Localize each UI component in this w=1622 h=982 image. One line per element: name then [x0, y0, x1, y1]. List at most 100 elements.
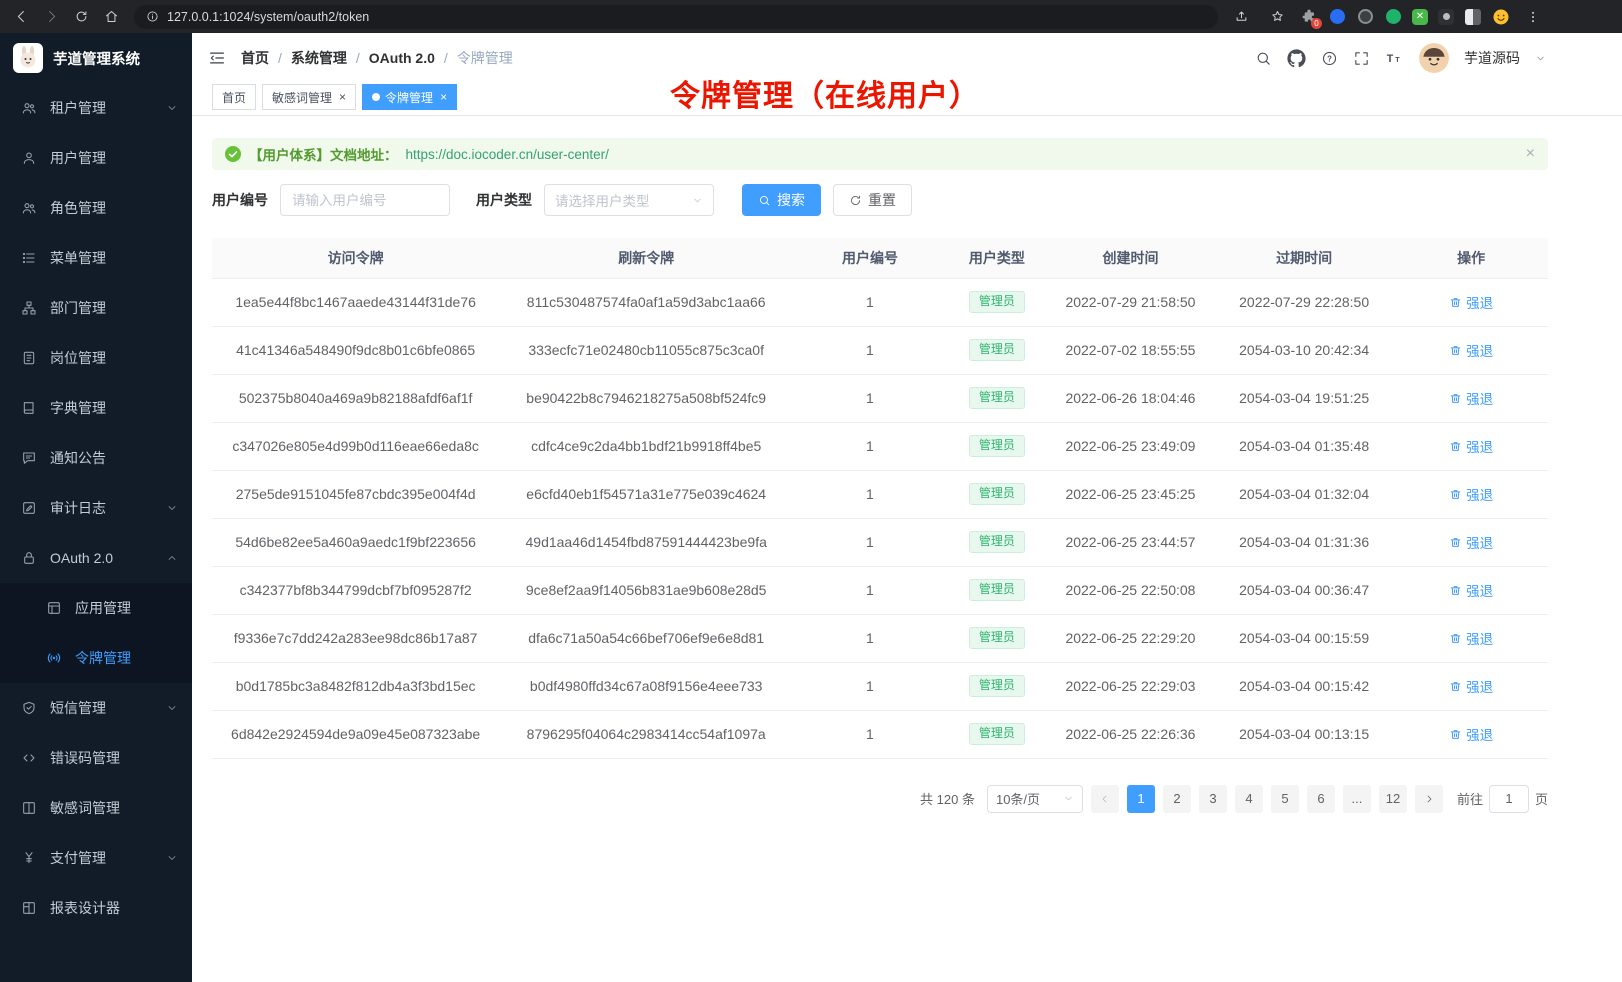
- force-logout-button[interactable]: 强退: [1449, 628, 1493, 648]
- expire-time: 2054-03-04 00:13:15: [1214, 710, 1394, 758]
- address-bar[interactable]: 127.0.0.1:1024/system/oauth2/token: [134, 5, 1218, 29]
- github-icon[interactable]: [1287, 49, 1306, 68]
- browser-menu-icon[interactable]: [1520, 5, 1546, 29]
- breadcrumb-item[interactable]: 首页: [241, 48, 269, 68]
- app-logo[interactable]: 芋道管理系统: [0, 33, 192, 83]
- force-logout-button[interactable]: 强退: [1449, 340, 1493, 360]
- sidebar-item-post[interactable]: 岗位管理: [0, 333, 192, 383]
- fullscreen-icon[interactable]: [1353, 50, 1370, 67]
- user-name[interactable]: 芋道源码: [1464, 48, 1520, 68]
- extension-icon-dark[interactable]: [1356, 8, 1374, 26]
- user-id-input[interactable]: [280, 184, 450, 216]
- more-pages-button[interactable]: ...: [1343, 785, 1371, 813]
- reset-button[interactable]: 重置: [833, 184, 912, 216]
- page-button[interactable]: 5: [1271, 785, 1299, 813]
- search-button[interactable]: 搜索: [742, 184, 821, 216]
- force-logout-button[interactable]: 强退: [1449, 580, 1493, 600]
- user-type-select[interactable]: 请选择用户类型: [544, 184, 714, 216]
- column-header: 用户编号: [793, 238, 947, 278]
- extension-icon-green[interactable]: [1384, 8, 1402, 26]
- user-type-label: 用户类型: [476, 190, 532, 210]
- sidebar-item-dict[interactable]: 字典管理: [0, 383, 192, 433]
- page-button[interactable]: 12: [1379, 785, 1407, 813]
- sidebar-item-oauth2-app[interactable]: 应用管理: [0, 583, 192, 633]
- force-logout-button[interactable]: 强退: [1449, 676, 1493, 696]
- force-logout-button[interactable]: 强退: [1449, 724, 1493, 744]
- id-badge-icon: [21, 350, 37, 366]
- page-button[interactable]: 4: [1235, 785, 1263, 813]
- close-icon[interactable]: ×: [1526, 146, 1535, 162]
- refresh-icon[interactable]: [68, 5, 94, 29]
- page-button[interactable]: 3: [1199, 785, 1227, 813]
- tab-sensitive-word[interactable]: 敏感词管理 ×: [262, 84, 356, 110]
- prev-page-button[interactable]: [1091, 785, 1119, 813]
- created-time: 2022-06-25 22:29:03: [1047, 662, 1214, 710]
- breadcrumb-item[interactable]: 系统管理: [291, 48, 347, 68]
- logo-image: [13, 43, 43, 73]
- sidebar-item-sensitive-word[interactable]: 敏感词管理: [0, 783, 192, 833]
- doc-link[interactable]: https://doc.iocoder.cn/user-center/: [406, 147, 609, 162]
- sidebar-item-sms[interactable]: 短信管理: [0, 683, 192, 733]
- search-icon: [758, 194, 771, 207]
- bookmark-star-icon[interactable]: [1264, 5, 1290, 29]
- token-table: 访问令牌 刷新令牌 用户编号 用户类型 创建时间 过期时间 操作 1ea5e44…: [212, 238, 1548, 759]
- share-icon[interactable]: [1228, 5, 1254, 29]
- force-logout-button[interactable]: 强退: [1449, 436, 1493, 456]
- extension-icon-green-square[interactable]: ✕: [1412, 9, 1428, 25]
- font-size-icon[interactable]: TT: [1385, 50, 1404, 67]
- force-logout-button[interactable]: 强退: [1449, 292, 1493, 312]
- actions: 强退: [1394, 614, 1548, 662]
- sidebar-item-oauth2-token[interactable]: 令牌管理: [0, 633, 192, 683]
- sidebar-fold-icon[interactable]: [208, 49, 226, 67]
- sidebar-item-dept[interactable]: 部门管理: [0, 283, 192, 333]
- back-icon[interactable]: [8, 5, 34, 29]
- actions: 强退: [1394, 326, 1548, 374]
- user-id: 1: [793, 326, 947, 374]
- sidebar-item-tenant[interactable]: 租户管理: [0, 83, 192, 133]
- sidebar-item-label: 菜单管理: [50, 248, 106, 268]
- page-button[interactable]: 6: [1307, 785, 1335, 813]
- sidebar-item-pay[interactable]: 支付管理: [0, 833, 192, 883]
- extension-icon-blue[interactable]: [1328, 8, 1346, 26]
- extension-icon-split[interactable]: [1464, 8, 1482, 26]
- sidebar-item-notice[interactable]: 通知公告: [0, 433, 192, 483]
- close-icon[interactable]: ×: [339, 91, 346, 103]
- sidebar-item-user[interactable]: 用户管理: [0, 133, 192, 183]
- browser-profile-avatar[interactable]: [1492, 8, 1510, 26]
- page-button[interactable]: 2: [1163, 785, 1191, 813]
- sidebar-item-error-code[interactable]: 错误码管理: [0, 733, 192, 783]
- site-info-icon[interactable]: [146, 10, 159, 23]
- sidebar-item-oauth2[interactable]: OAuth 2.0: [0, 533, 192, 583]
- page-button[interactable]: 1: [1127, 785, 1155, 813]
- force-logout-button[interactable]: 强退: [1449, 388, 1493, 408]
- actions: 强退: [1394, 374, 1548, 422]
- table-row: 275e5de9151045fe87cbdc395e004f4d e6cfd40…: [212, 470, 1548, 518]
- force-logout-button[interactable]: 强退: [1449, 484, 1493, 504]
- trash-icon: [1449, 296, 1462, 309]
- home-icon[interactable]: [98, 5, 124, 29]
- tab-home[interactable]: 首页: [212, 84, 256, 110]
- avatar[interactable]: [1419, 43, 1449, 73]
- chevron-down-icon[interactable]: [1535, 53, 1546, 64]
- page-size-value: 10条/页: [996, 789, 1040, 808]
- breadcrumb-item[interactable]: OAuth 2.0: [369, 50, 435, 66]
- extensions-puzzle-icon[interactable]: 0: [1300, 8, 1318, 26]
- actions: 强退: [1394, 710, 1548, 758]
- sidebar-item-audit-log[interactable]: 审计日志: [0, 483, 192, 533]
- access-token: c342377bf8b344799dcbf7bf095287f2: [212, 566, 499, 614]
- user-type-tag: 管理员: [969, 723, 1025, 746]
- user-id-label: 用户编号: [212, 190, 268, 210]
- forward-icon[interactable]: [38, 5, 64, 29]
- extension-icon-dark-square[interactable]: [1438, 9, 1454, 25]
- goto-page-input[interactable]: [1489, 785, 1529, 813]
- tab-token[interactable]: 令牌管理 ×: [362, 84, 457, 110]
- sidebar-item-role[interactable]: 角色管理: [0, 183, 192, 233]
- close-icon[interactable]: ×: [440, 91, 447, 103]
- help-icon[interactable]: ?: [1321, 50, 1338, 67]
- next-page-button[interactable]: [1415, 785, 1443, 813]
- force-logout-button[interactable]: 强退: [1449, 532, 1493, 552]
- sidebar-item-report-designer[interactable]: 报表设计器: [0, 883, 192, 933]
- search-icon[interactable]: [1255, 50, 1272, 67]
- sidebar-item-menu[interactable]: 菜单管理: [0, 233, 192, 283]
- page-size-select[interactable]: 10条/页: [987, 785, 1083, 813]
